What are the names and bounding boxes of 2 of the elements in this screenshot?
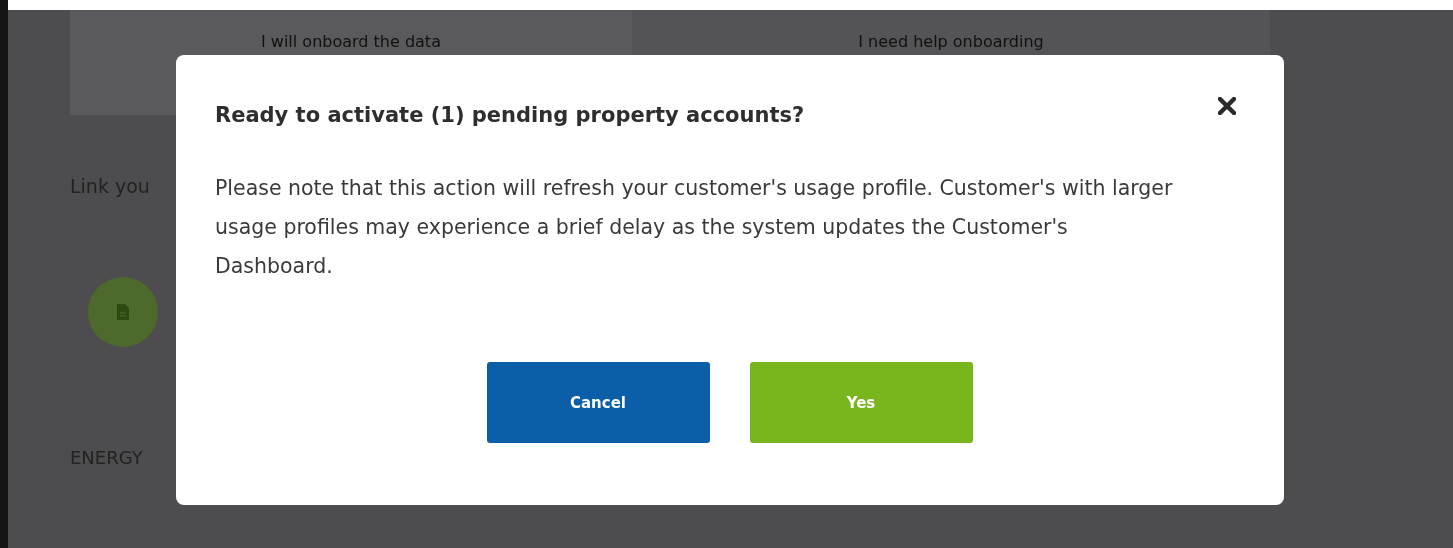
- dialog-message: Please note that this action will refresh your customer's usage profile. Customer's with larger usage profiles may experience a brief delay as the system updates the Customer's Dashboard.: [215, 175, 1174, 280]
- dialog-title: Ready to activate (1) pending property accounts?: [215, 103, 805, 127]
